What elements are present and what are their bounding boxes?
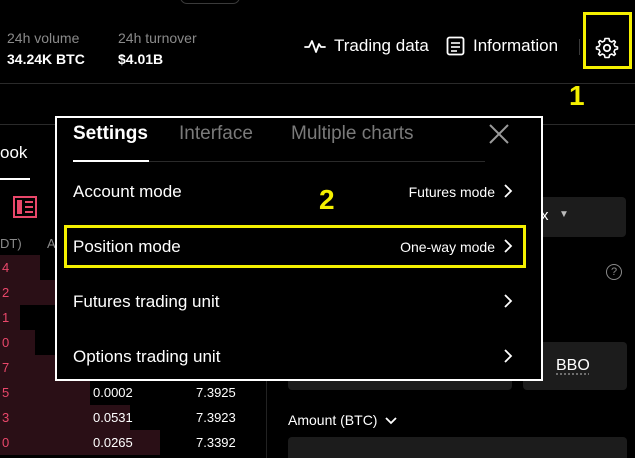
total-cell: 7.3923 xyxy=(196,410,236,425)
price-cell: 3 xyxy=(2,410,9,425)
amount-cell: 0.0531 xyxy=(93,410,133,425)
chevron-down-icon xyxy=(385,412,397,428)
table-row[interactable]: 5 0.0002 7.3925 xyxy=(0,380,265,405)
setting-row-account-mode[interactable]: Account mode Futures mode xyxy=(73,177,513,207)
settings-modal: Settings Interface Multiple charts Accou… xyxy=(55,116,543,381)
setting-label: Account mode xyxy=(73,182,182,202)
setting-row-futures-trading-unit[interactable]: Futures trading unit xyxy=(73,287,513,317)
tab-interface[interactable]: Interface xyxy=(179,123,253,145)
table-row[interactable]: 0 0.0265 7.3392 xyxy=(0,430,265,455)
price-cell: 7 xyxy=(2,360,9,375)
price-cell: 5 xyxy=(2,385,9,400)
chevron-right-icon xyxy=(503,293,513,309)
amount-unit-selector[interactable]: Amount (BTC) xyxy=(288,412,397,428)
information-link[interactable]: Information xyxy=(446,36,558,56)
tab-order-book[interactable]: ook xyxy=(0,143,27,163)
help-icon[interactable]: ? xyxy=(606,264,622,280)
pulse-icon xyxy=(304,37,326,55)
amount-cell: 0.0265 xyxy=(93,435,133,450)
close-button[interactable] xyxy=(489,124,509,144)
setting-row-options-trading-unit[interactable]: Options trading unit xyxy=(73,342,513,372)
caret-down-icon: ▼ xyxy=(559,209,569,220)
table-row[interactable]: 3 0.0531 7.3923 xyxy=(0,405,265,430)
amount-cell: 0.0002 xyxy=(93,385,133,400)
column-price-header: DT) xyxy=(0,236,22,251)
total-cell: 7.3925 xyxy=(196,385,236,400)
amount-input[interactable] xyxy=(288,437,627,458)
price-cell: 4 xyxy=(2,260,9,275)
turnover-label: 24h turnover xyxy=(118,30,197,46)
price-cell: 2 xyxy=(2,285,9,300)
annotation-step-1: 1 xyxy=(569,82,585,110)
top-pill[interactable] xyxy=(180,0,240,4)
setting-label: Options trading unit xyxy=(73,347,220,367)
active-tab-underline xyxy=(73,160,149,162)
chevron-right-icon xyxy=(503,183,513,199)
header-divider xyxy=(0,83,635,84)
trading-data-link[interactable]: Trading data xyxy=(304,36,429,56)
amount-label: Amount (BTC) xyxy=(288,412,377,428)
order-type-dropdown[interactable]: x ▼ xyxy=(533,197,626,237)
price-cell: 0 xyxy=(2,335,9,350)
turnover-value: $4.01B xyxy=(118,50,197,68)
tab-settings[interactable]: Settings xyxy=(73,123,148,145)
order-book-layout-icon[interactable] xyxy=(13,196,37,218)
turnover-stat: 24h turnover $4.01B xyxy=(118,30,197,68)
price-cell: 0 xyxy=(2,435,9,450)
tab-multiple-charts[interactable]: Multiple charts xyxy=(291,123,414,145)
setting-value: Futures mode xyxy=(409,184,495,200)
depth-bar xyxy=(0,430,160,455)
order-book-tab-underline xyxy=(0,178,30,180)
volume-stat: 24h volume 34.24K BTC xyxy=(7,30,85,68)
top-bar: 24h volume 34.24K BTC 24h turnover $4.01… xyxy=(0,0,635,83)
setting-label: Futures trading unit xyxy=(73,292,219,312)
total-cell: 7.3392 xyxy=(196,435,236,450)
volume-value: 34.24K BTC xyxy=(7,50,85,68)
trading-data-label: Trading data xyxy=(334,36,429,56)
depth-bar xyxy=(0,380,90,405)
volume-label: 24h volume xyxy=(7,30,85,46)
highlight-position-mode xyxy=(64,225,526,268)
annotation-step-2: 2 xyxy=(319,186,335,214)
bbo-label: BBO xyxy=(556,357,590,375)
highlight-settings-button xyxy=(583,12,632,69)
top-separator xyxy=(579,39,580,55)
document-icon xyxy=(446,36,465,56)
information-label: Information xyxy=(473,36,558,56)
close-icon xyxy=(489,131,509,148)
chevron-right-icon xyxy=(503,348,513,364)
price-cell: 1 xyxy=(2,310,9,325)
